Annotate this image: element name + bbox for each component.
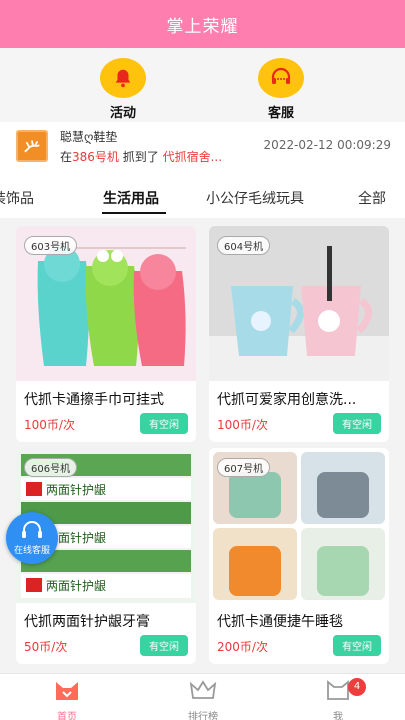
product-title: 代抓卡通便捷午睡毯 xyxy=(217,614,343,630)
product-grid: 603号机 代抓卡通擦手巾可挂式 100币/次 有空闲 604号机 代抓可爱家用… xyxy=(0,218,405,673)
winner-notice[interactable]: 聪慧ღ鞋垫 在386号机 抓到了 代抓宿舍... 2022-02-12 00:0… xyxy=(0,122,405,172)
product-price: 50币/次 xyxy=(24,640,68,654)
machine-tag: 606号机 xyxy=(24,458,78,477)
top-actions: 活动 客服 xyxy=(0,48,405,122)
nav-ranking-label: 排行榜 xyxy=(188,712,218,720)
claw-logo-icon xyxy=(16,130,48,162)
machine-tag: 604号机 xyxy=(217,236,271,255)
product-title: 代抓卡通擦手巾可挂式 xyxy=(24,392,164,408)
app-header: 掌上荣耀 xyxy=(0,0,405,48)
status-badge: 有空闲 xyxy=(140,635,188,656)
customer-service-button[interactable]: 客服 xyxy=(241,58,321,121)
online-service-button[interactable]: 在线客服 xyxy=(6,512,58,564)
bottom-navigation: 首页 排行榜 4 我 xyxy=(0,673,405,720)
nav-profile[interactable]: 4 我 xyxy=(303,678,373,720)
activity-button[interactable]: 活动 xyxy=(83,58,163,121)
product-title: 代抓可爱家用创意洗... xyxy=(217,392,357,408)
headset-icon xyxy=(258,58,304,98)
notice-timestamp: 2022-02-12 00:09:29 xyxy=(263,138,391,152)
active-tab-indicator xyxy=(102,212,166,214)
product-card[interactable]: 603号机 代抓卡通擦手巾可挂式 100币/次 有空闲 xyxy=(16,226,196,442)
msg-prefix: 在 xyxy=(60,150,73,164)
nav-profile-label: 我 xyxy=(333,712,343,720)
bell-icon xyxy=(100,58,146,98)
customer-service-label: 客服 xyxy=(267,106,294,121)
status-badge: 有空闲 xyxy=(140,413,188,434)
nav-ranking[interactable]: 排行榜 xyxy=(168,678,238,720)
tab-daily-goods[interactable]: 生活用品 xyxy=(103,188,159,208)
notification-badge: 4 xyxy=(348,678,366,696)
nav-home-label: 首页 xyxy=(57,712,77,720)
svg-text:两面针护龈: 两面针护龈 xyxy=(46,482,106,497)
tab-all[interactable]: 全部 xyxy=(358,188,386,208)
crown-icon xyxy=(189,680,217,699)
product-card[interactable]: 607号机 代抓卡通便捷午睡毯 200币/次 有空闲 xyxy=(209,448,389,664)
product-title: 代抓两面针护龈牙膏 xyxy=(24,614,150,630)
machine-tag: 607号机 xyxy=(217,458,271,477)
nav-home[interactable]: 首页 xyxy=(32,678,102,720)
machine-number: 386号机 xyxy=(72,150,119,164)
online-service-label: 在线客服 xyxy=(13,545,50,556)
svg-text:两面针护龈: 两面针护龈 xyxy=(46,578,106,593)
page-title: 掌上荣耀 xyxy=(166,16,239,37)
cat-home-icon xyxy=(56,682,78,700)
tab-decorations[interactable]: 装饰品 xyxy=(0,188,34,208)
product-price: 200币/次 xyxy=(217,640,268,654)
status-badge: 有空闲 xyxy=(333,635,381,656)
prize-name: 代抓宿舍... xyxy=(162,150,223,164)
headset-icon xyxy=(22,520,42,538)
status-badge: 有空闲 xyxy=(333,413,381,434)
winner-name: 聪慧ღ鞋垫 xyxy=(60,130,118,144)
category-tabs: 装饰品 生活用品 小公仔毛绒玩具 全部 xyxy=(0,172,405,218)
product-price: 100币/次 xyxy=(217,418,268,432)
product-card[interactable]: 604号机 代抓可爱家用创意洗... 100币/次 有空闲 xyxy=(209,226,389,442)
msg-middle: 抓到了 xyxy=(118,150,163,164)
product-price: 100币/次 xyxy=(24,418,75,432)
activity-label: 活动 xyxy=(109,106,136,121)
winner-message: 在386号机 抓到了 代抓宿舍... xyxy=(60,148,222,165)
machine-tag: 603号机 xyxy=(24,236,78,255)
tab-plush-toys[interactable]: 小公仔毛绒玩具 xyxy=(206,188,304,208)
